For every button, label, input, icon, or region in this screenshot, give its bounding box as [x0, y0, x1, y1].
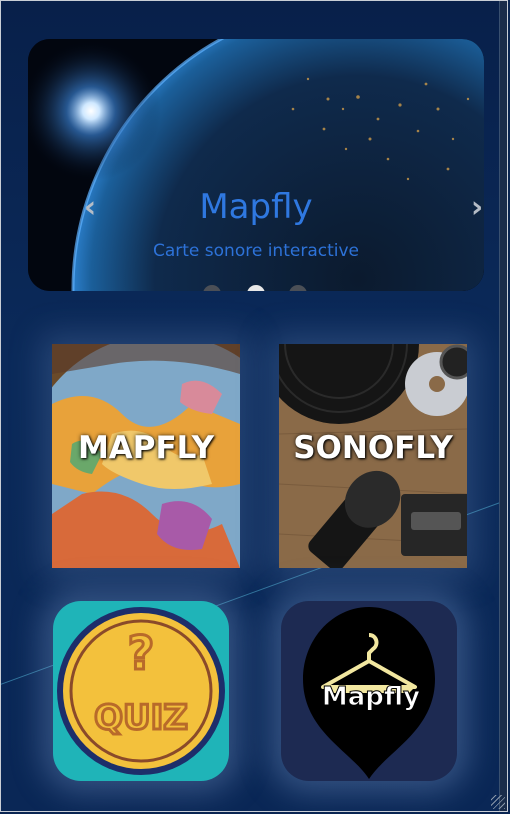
hero-title: Mapfly	[199, 187, 313, 227]
quiz-app-icon[interactable]: ? QUIZ	[53, 601, 229, 781]
scrollbar[interactable]	[499, 1, 507, 811]
mapfly-app-icon[interactable]: Mapfly	[281, 601, 457, 781]
mapfly-badge-text: Mapfly	[322, 682, 420, 712]
sonofly-tile[interactable]: SONOFLY	[279, 344, 467, 568]
svg-text:?: ?	[128, 626, 155, 680]
carousel-dot-3[interactable]	[289, 285, 307, 291]
sonofly-tile-label: SONOFLY	[293, 430, 453, 466]
hanger-pin-icon: Mapfly	[303, 607, 435, 779]
quiz-coin-icon: ? QUIZ	[57, 607, 225, 775]
quiz-badge-text: QUIZ	[94, 698, 188, 738]
app-window: ‹ › Mapfly Carte sonore interactive MAPF…	[0, 0, 508, 812]
mapfly-tile-label: MAPFLY	[77, 430, 215, 466]
mapfly-tile[interactable]: MAPFLY	[52, 344, 240, 568]
carousel-dot-2[interactable]	[247, 285, 265, 291]
carousel-indicators	[203, 285, 348, 291]
hero-subtitle: Carte sonore interactive	[152, 241, 359, 261]
resize-grip-icon[interactable]	[491, 795, 505, 809]
hero-carousel[interactable]: ‹ › Mapfly Carte sonore interactive	[28, 39, 484, 291]
